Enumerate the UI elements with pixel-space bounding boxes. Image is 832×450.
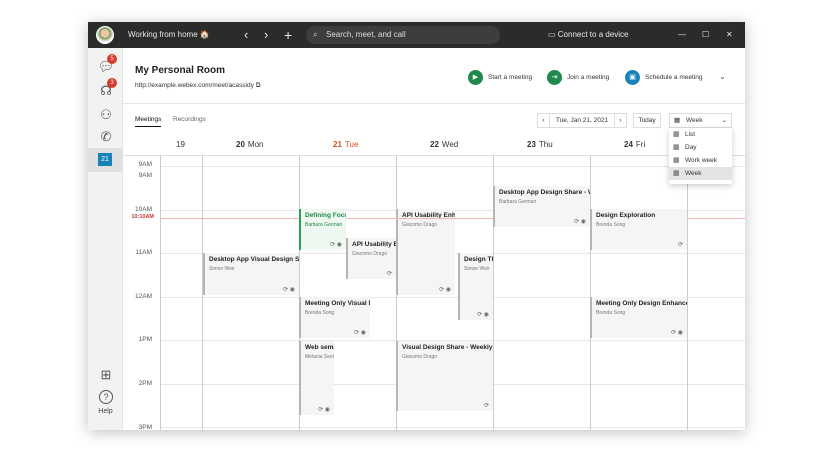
day-header[interactable]: 19 — [176, 140, 185, 149]
view-option-list[interactable]: List — [669, 128, 732, 141]
event-card[interactable]: API Usability EnhancementsGiacomo Drago⟳ — [346, 238, 396, 279]
recurring-icon: ⟳ — [483, 403, 489, 409]
time-label: 9AM — [138, 172, 152, 179]
title-bar: Working from home 🏠 ‹ › + ⌕ Search, meet,… — [88, 22, 745, 48]
back-icon[interactable]: ‹ — [244, 22, 248, 48]
header-divider — [123, 155, 745, 156]
event-card[interactable]: Meeting Only Visual DesignBrenda Song⟳ ◉ — [299, 297, 370, 338]
hour-line — [160, 427, 745, 428]
close-button[interactable]: ✕ — [726, 22, 733, 48]
help-icon[interactable]: ? — [99, 390, 113, 404]
connect-device-button[interactable]: ▭ Connect to a device — [548, 22, 629, 48]
time-label: 3PM — [138, 424, 152, 431]
messaging-icon[interactable]: 💬︎ 5 — [97, 54, 117, 76]
page-title: My Personal Room — [135, 65, 226, 76]
time-label: 1PM — [138, 336, 152, 343]
url-text[interactable]: http://example.webex.com/meet/acassidy — [135, 82, 254, 89]
teams-badge: 3 — [107, 78, 117, 88]
avatar[interactable] — [96, 26, 114, 44]
view-option-work-week[interactable]: Work week — [669, 154, 732, 167]
apps-icon[interactable]: ⊞ — [97, 366, 115, 384]
time-label: 9AM — [138, 161, 152, 168]
search-placeholder: Search, meet, and call — [326, 30, 406, 39]
chevron-down-icon: ⌄ — [721, 117, 727, 124]
day-header-today[interactable]: 21 Tue — [333, 140, 358, 149]
day-column-line — [590, 155, 591, 430]
calendar-icon: ▦ — [674, 117, 681, 124]
search-input[interactable]: ⌕ Search, meet, and call — [306, 26, 500, 44]
sidebar: 💬︎ 5 ☊ 3 ⚇ ✆ 21 ⊞ ? Help — [88, 48, 123, 430]
day-header[interactable]: 20 Mon — [236, 140, 263, 149]
current-time-label: 10:10AM — [131, 214, 154, 220]
recurring-icon: ⟳ ◉ — [283, 287, 295, 293]
join-meeting-button[interactable]: ⇥ Join a meeting — [547, 70, 609, 85]
day-header[interactable]: 23 Thu — [527, 140, 553, 149]
calendar-icon: 21 — [98, 153, 112, 166]
help-label[interactable]: Help — [88, 408, 123, 415]
view-select[interactable]: ▦ Week ⌄ — [669, 113, 732, 128]
time-label: 2PM — [138, 380, 152, 387]
recurring-icon: ⟳ ◉ — [330, 242, 342, 248]
tab-meetings[interactable]: Meetings — [135, 116, 162, 127]
event-card[interactable]: Defining FocusBarbara German⟳ ◉ — [299, 209, 346, 250]
minimize-button[interactable]: — — [678, 22, 686, 48]
status-text[interactable]: Working from home 🏠 — [128, 22, 210, 48]
event-card[interactable]: Design ThinkingSimon Weir⟳ ◉ — [458, 253, 493, 320]
view-value: Week — [686, 117, 703, 124]
event-card[interactable]: Desktop App Visual Design SyncSimon Weir… — [203, 253, 299, 295]
calls-icon[interactable]: ✆ — [97, 128, 115, 146]
search-icon: ⌕ — [313, 30, 318, 39]
tab-recordings[interactable]: Recordings — [173, 116, 206, 123]
day-column-line — [687, 155, 688, 430]
recurring-icon: ⟳ ◉ — [354, 330, 366, 336]
event-card[interactable]: Visual Design Share - Weekly Giacomo Drag… — [396, 341, 493, 411]
schedule-meeting-button[interactable]: ▣ Schedule a meeting — [625, 70, 702, 85]
next-date-button[interactable]: › — [614, 113, 627, 128]
sidebar-item-calendar[interactable]: 21 — [88, 148, 123, 172]
recurring-icon: ⟳ ◉ — [671, 330, 683, 336]
start-label: Start a meeting — [488, 74, 533, 81]
schedule-label: Schedule a meeting — [645, 74, 703, 81]
video-icon: ▶ — [468, 70, 483, 85]
cast-icon: ▭ — [548, 30, 558, 39]
recurring-icon: ⟳ ◉ — [574, 219, 586, 225]
join-icon: ⇥ — [547, 70, 562, 85]
recurring-icon: ⟳ ◉ — [477, 312, 489, 318]
event-card[interactable]: Web seminarMelania Seeley⟳ ◉ — [299, 341, 334, 415]
connect-label: Connect to a device — [557, 30, 629, 39]
copy-icon[interactable]: ⧉ — [256, 82, 261, 89]
room-url: http://example.webex.com/meet/acassidy ⧉ — [135, 82, 260, 90]
event-card[interactable]: Meeting Only Design EnhancementsBrenda S… — [590, 297, 687, 338]
event-card[interactable]: API Usability EnhancementsGiacomo Drago⟳… — [396, 209, 455, 295]
maximize-button[interactable]: ☐ — [702, 22, 709, 48]
view-option-day[interactable]: Day — [669, 141, 732, 154]
time-label: 11AM — [135, 249, 153, 256]
recurring-icon: ⟳ — [386, 271, 392, 277]
day-header[interactable]: 24 Fri — [624, 140, 645, 149]
day-header[interactable]: 22 Wed — [430, 140, 458, 149]
date-display[interactable]: Tue, Jan 21, 2021 — [549, 113, 615, 128]
recurring-icon: ⟳ ◉ — [318, 407, 330, 413]
today-button[interactable]: Today — [633, 113, 661, 128]
time-label: 12AM — [135, 293, 152, 300]
chevron-down-icon[interactable]: ⌄ — [719, 72, 726, 81]
day-column-line — [160, 155, 161, 430]
forward-icon[interactable]: › — [264, 22, 268, 48]
time-label: 10AM — [135, 206, 152, 213]
start-meeting-button[interactable]: ▶ Start a meeting — [468, 70, 532, 85]
plus-icon[interactable]: + — [284, 22, 292, 48]
contacts-icon[interactable]: ⚇ — [97, 106, 115, 124]
schedule-icon: ▣ — [625, 70, 640, 85]
hour-line — [160, 166, 745, 167]
recurring-icon: ⟳ ◉ — [439, 287, 451, 293]
recurring-icon: ⟳ — [677, 242, 683, 248]
teams-icon[interactable]: ☊ 3 — [97, 78, 117, 100]
join-label: Join a meeting — [567, 74, 610, 81]
view-dropdown: List Day Work week Week — [669, 128, 732, 184]
divider — [123, 103, 745, 104]
messages-badge: 5 — [107, 54, 117, 64]
event-card[interactable]: Desktop App Design Share - WeeklyBarbara… — [493, 186, 590, 227]
view-option-week[interactable]: Week — [669, 167, 732, 180]
event-card[interactable]: Design Exploration Brenda Song ⟳ — [590, 209, 687, 250]
